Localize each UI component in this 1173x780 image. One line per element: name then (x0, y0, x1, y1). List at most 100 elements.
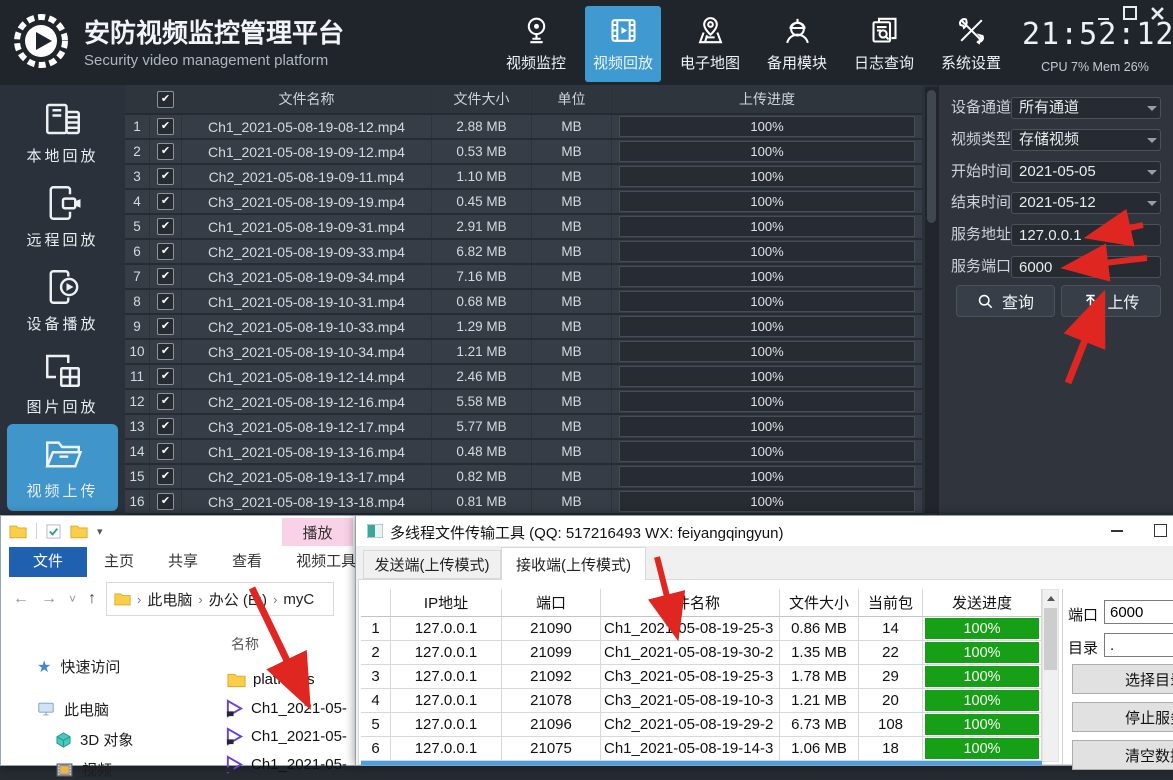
tab-receive-mode[interactable]: 接收端(上传模式) (501, 547, 646, 580)
list-item-folder[interactable]: platforms (227, 671, 315, 688)
sidebar-item-device-play[interactable]: 设备播放 (0, 266, 125, 334)
table-row[interactable]: 14 ✔ Ch1_2021-05-08-19-13-16.mp4 0.48 MB… (125, 440, 922, 465)
row-checkbox[interactable]: ✔ (150, 265, 182, 288)
table-row[interactable]: 4 ✔ Ch3_2021-05-08-19-09-19.mp4 0.45 MB … (125, 190, 922, 215)
dir-input[interactable] (1104, 633, 1173, 657)
breadcrumb-drive-e[interactable]: 办公 (E:) (209, 589, 267, 610)
transfer-table-row[interactable]: 1 127.0.0.1 21090 Ch1_2021-05-08-19-25-3… (361, 617, 1042, 641)
transfer-scrollbar[interactable] (1042, 589, 1059, 762)
table-row[interactable]: 7 ✔ Ch3_2021-05-08-19-09-34.mp4 7.16 MB … (125, 265, 922, 290)
table-row[interactable]: 1 ✔ Ch1_2021-05-08-19-08-12.mp4 2.88 MB … (125, 115, 922, 140)
port-input[interactable] (1104, 600, 1173, 624)
column-header-name[interactable]: 名称 (231, 634, 259, 654)
table-row[interactable]: 11 ✔ Ch1_2021-05-08-19-12-14.mp4 2.46 MB… (125, 365, 922, 390)
breadcrumb-folder[interactable]: myC (283, 591, 314, 608)
header-file-name[interactable]: 文件名称 (182, 85, 432, 113)
header-progress[interactable]: 上传进度 (612, 85, 922, 113)
nav-item-emap[interactable]: 电子地图 (672, 6, 748, 82)
header-checkbox[interactable]: ✔ (150, 85, 182, 113)
row-checkbox[interactable]: ✔ (150, 340, 182, 363)
header-ip[interactable]: IP地址 (391, 589, 502, 617)
tree-item-3d-objects[interactable]: 3D 对象 (56, 729, 133, 750)
header-unit[interactable]: 单位 (532, 85, 612, 113)
close-icon[interactable] (1150, 7, 1164, 20)
row-checkbox[interactable]: ✔ (150, 365, 182, 388)
row-checkbox[interactable]: ✔ (150, 415, 182, 438)
explorer-context-tab-play[interactable]: 播放 (282, 518, 353, 546)
nav-item-video-monitor[interactable]: 视频监控 (498, 6, 574, 82)
back-icon[interactable]: ← (13, 590, 29, 608)
table-row[interactable]: 2 ✔ Ch1_2021-05-08-19-09-12.mp4 0.53 MB … (125, 140, 922, 165)
maximize-icon[interactable] (1154, 524, 1167, 537)
table-scrollbar[interactable] (925, 87, 938, 513)
breadcrumb[interactable]: › 此电脑 › 办公 (E:) › myC (106, 582, 334, 616)
maximize-icon[interactable] (1123, 7, 1137, 20)
tab-file[interactable]: 文件 (9, 547, 87, 577)
transfer-table-row[interactable]: 6 127.0.0.1 21075 Ch1_2021-05-08-19-14-3… (361, 737, 1042, 761)
table-row[interactable]: 10 ✔ Ch3_2021-05-08-19-10-34.mp4 1.21 MB… (125, 340, 922, 365)
row-checkbox[interactable]: ✔ (150, 440, 182, 463)
row-checkbox[interactable]: ✔ (150, 140, 182, 163)
table-row[interactable]: 13 ✔ Ch3_2021-05-08-19-12-17.mp4 5.77 MB… (125, 415, 922, 440)
query-button[interactable]: 查询 (956, 285, 1055, 317)
table-row[interactable]: 15 ✔ Ch2_2021-05-08-19-13-17.mp4 0.82 MB… (125, 465, 922, 490)
end-time-select[interactable]: 2021-05-12 (1011, 192, 1161, 214)
row-checkbox[interactable]: ✔ (150, 165, 182, 188)
stop-service-button[interactable]: 停止服务 (1072, 702, 1173, 732)
row-checkbox[interactable]: ✔ (150, 290, 182, 313)
row-checkbox[interactable]: ✔ (150, 315, 182, 338)
row-checkbox[interactable]: ✔ (150, 240, 182, 263)
scrollbar-thumb[interactable] (927, 90, 936, 223)
minimize-icon[interactable] (1111, 530, 1123, 532)
list-item-video-file[interactable]: Ch1_2021-05- (225, 699, 347, 718)
tree-item-videos[interactable]: 视频 (56, 759, 112, 780)
table-row[interactable]: 5 ✔ Ch1_2021-05-08-19-09-31.mp4 2.91 MB … (125, 215, 922, 240)
folder-icon[interactable] (9, 524, 27, 539)
transfer-titlebar[interactable]: 多线程文件传输工具 (QQ: 517216493 WX: feiyangqing… (356, 516, 1173, 546)
table-row[interactable]: 12 ✔ Ch2_2021-05-08-19-12-16.mp4 5.58 MB… (125, 390, 922, 415)
upload-button[interactable]: 上传 (1061, 285, 1161, 317)
tab-home[interactable]: 主页 (87, 547, 151, 577)
table-row[interactable]: 16 ✔ Ch3_2021-05-08-19-13-18.mp4 0.81 MB… (125, 490, 922, 515)
sidebar-item-image-playback[interactable]: 图片回放 (0, 349, 125, 417)
header-port[interactable]: 端口 (502, 589, 601, 617)
transfer-table-row[interactable]: 5 127.0.0.1 21096 Ch2_2021-05-08-19-29-2… (361, 713, 1042, 737)
sidebar-item-remote-playback[interactable]: 远程回放 (0, 182, 125, 250)
nav-item-settings[interactable]: 系统设置 (933, 6, 1009, 82)
breadcrumb-this-pc[interactable]: 此电脑 (147, 589, 192, 610)
tab-share[interactable]: 共享 (151, 547, 215, 577)
header-file-name[interactable]: 文件名称 (601, 589, 780, 617)
list-item-video-file[interactable]: Ch1_2021-05- (225, 755, 347, 774)
table-row[interactable]: 3 ✔ Ch2_2021-05-08-19-09-11.mp4 1.10 MB … (125, 165, 922, 190)
table-row[interactable]: 8 ✔ Ch1_2021-05-08-19-10-31.mp4 0.68 MB … (125, 290, 922, 315)
nav-item-backup-module[interactable]: 备用模块 (759, 6, 835, 82)
toolbar-folder-icon[interactable] (70, 524, 88, 539)
row-checkbox[interactable]: ✔ (150, 115, 182, 138)
tree-item-this-pc[interactable]: 此电脑 (37, 699, 109, 720)
transfer-table-row[interactable]: 3 127.0.0.1 21092 Ch3_2021-05-08-19-25-3… (361, 665, 1042, 689)
list-item-video-file[interactable]: Ch1_2021-05- (225, 727, 347, 746)
row-checkbox[interactable]: ✔ (150, 490, 182, 513)
minimize-icon[interactable] (1096, 7, 1110, 20)
tree-item-quick-access[interactable]: ★ 快速访问 (37, 656, 120, 677)
check-doc-icon[interactable] (46, 524, 61, 539)
forward-icon[interactable]: → (41, 590, 57, 608)
up-icon[interactable]: ↑ (88, 590, 96, 608)
table-row[interactable]: 6 ✔ Ch2_2021-05-08-19-09-33.mp4 6.82 MB … (125, 240, 922, 265)
select-dir-button[interactable]: 选择目录 (1072, 664, 1173, 694)
transfer-table-row[interactable]: 2 127.0.0.1 21099 Ch1_2021-05-08-19-30-2… (361, 641, 1042, 665)
nav-item-video-playback[interactable]: 视频回放 (585, 6, 661, 82)
row-checkbox[interactable]: ✔ (150, 390, 182, 413)
video-type-select[interactable]: 存储视频 (1011, 129, 1161, 151)
sidebar-item-local-playback[interactable]: 本地回放 (0, 98, 125, 166)
header-progress[interactable]: 发送进度 (923, 589, 1042, 617)
toolbar-chevron-icon[interactable]: ▾ (97, 525, 103, 538)
tab-view[interactable]: 查看 (215, 547, 279, 577)
server-port-input[interactable] (1011, 256, 1161, 278)
selected-row-sliver[interactable] (361, 761, 1042, 765)
header-file-size[interactable]: 文件大小 (432, 85, 532, 113)
table-row[interactable]: 9 ✔ Ch2_2021-05-08-19-10-33.mp4 1.29 MB … (125, 315, 922, 340)
server-address-input[interactable] (1011, 224, 1161, 246)
nav-item-log-query[interactable]: 日志查询 (846, 6, 922, 82)
header-packet[interactable]: 当前包 (859, 589, 923, 617)
